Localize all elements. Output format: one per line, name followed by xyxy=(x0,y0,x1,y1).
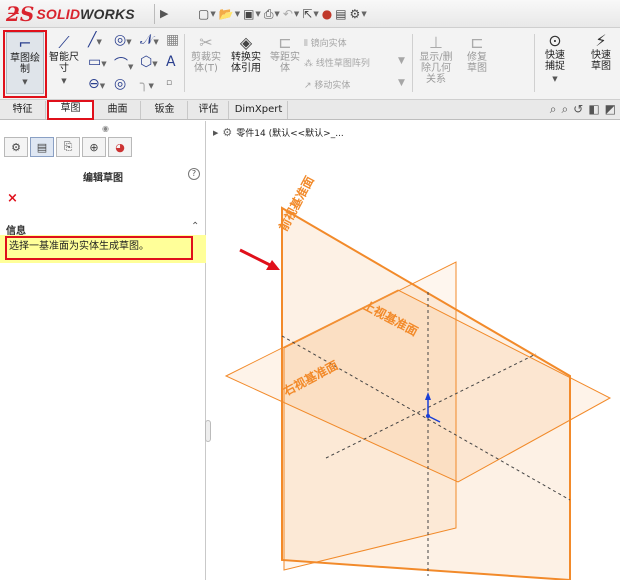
options-gear-icon[interactable]: ⚙ ▼ xyxy=(350,5,367,23)
chevron-up-icon[interactable]: ⌃ xyxy=(191,221,199,232)
mirror-entities-button[interactable]: ⫴ 镜向实体 xyxy=(304,36,347,49)
line-tool-icon[interactable]: ╱▼ xyxy=(88,32,102,48)
circle-tool-icon[interactable]: ◎▼ xyxy=(114,32,132,48)
ds-logo-icon: ƻS xyxy=(6,2,35,26)
undo-icon[interactable]: ↶ ▼ xyxy=(283,5,299,23)
panel-tabs: ⚙ ▤ ⎘ ⊕ ◕ xyxy=(4,137,132,157)
open-folder-icon[interactable]: 📂 ▼ xyxy=(219,5,240,23)
property-manager: ◉ ⚙ ▤ ⎘ ⊕ ◕ 编辑草图 ? × 信息 ⌃ 选择一基准面为实体生成草图。 xyxy=(0,121,206,580)
polygon-tool-icon[interactable]: ⬡▼ xyxy=(140,54,158,70)
convert-entities-button[interactable]: ◈ 转换实体引用 xyxy=(226,33,266,75)
previous-view-icon[interactable]: ↺ xyxy=(573,102,583,117)
feature-manager-tab-icon[interactable]: ⚙ xyxy=(4,137,28,157)
property-manager-tab-icon[interactable]: ▤ xyxy=(30,137,54,157)
display-manager-tab-icon[interactable]: ◕ xyxy=(108,137,132,157)
help-icon[interactable]: ? xyxy=(188,168,200,180)
repair-sketch-icon: ⊏ xyxy=(470,33,484,52)
panel-title: 编辑草图 xyxy=(83,173,123,184)
tab-sheet-metal[interactable]: 钣金 xyxy=(142,101,188,119)
front-plane[interactable] xyxy=(281,206,571,580)
point-tool-icon[interactable]: ◎ xyxy=(114,76,126,92)
solidworks-logo[interactable]: ƻS SOLIDWORKS xyxy=(6,2,135,26)
view-orientation-icon[interactable]: ◩ xyxy=(605,102,616,117)
mirror-icon: ⫴ xyxy=(304,39,311,49)
tab-surfaces[interactable]: 曲面 xyxy=(95,101,141,119)
origin-point[interactable] xyxy=(426,414,430,418)
smart-dimension-icon: ⟋ xyxy=(58,33,70,52)
grid-icon[interactable]: ▦ xyxy=(166,32,179,48)
menu-expand-icon[interactable]: ▶ xyxy=(160,7,168,20)
divider xyxy=(534,34,535,92)
divider xyxy=(184,34,185,92)
chevron-down-icon[interactable]: ▼ xyxy=(48,76,80,87)
quick-access-toolbar: ▢ ▼ 📂 ▼ ▣ ▼ ⎙ ▼ ↶ ▼ ⇱ ▼ ● ▤ ⚙ ▼ xyxy=(198,5,367,23)
new-document-icon[interactable]: ▢ ▼ xyxy=(198,5,216,23)
quick-snap-icon: ⊙ xyxy=(548,31,562,50)
relations-icon: ⊥ xyxy=(429,33,443,52)
tab-sketch[interactable]: 草图 xyxy=(47,100,94,120)
sketch-button-highlight xyxy=(3,30,47,98)
display-relations-button[interactable]: ⊥ 显示/删除几何关系 xyxy=(416,33,456,86)
offset-entities-button[interactable]: ⊏ 等距实体 xyxy=(268,33,302,75)
print-icon[interactable]: ⎙ ▼ xyxy=(264,5,280,23)
text-tool-icon[interactable]: A xyxy=(166,54,176,70)
chevron-down-icon[interactable]: ▼ xyxy=(538,74,572,85)
configuration-manager-tab-icon[interactable]: ⎘ xyxy=(56,137,80,157)
spline-tool-icon[interactable]: 𝒩▼ xyxy=(140,32,159,48)
heads-up-toolbar: ⌕ ⌕ ↺ ◧ ◩ xyxy=(550,102,616,117)
tab-dimxpert[interactable]: DimXpert xyxy=(230,101,288,119)
convert-entities-icon: ◈ xyxy=(239,33,253,52)
dimxpert-manager-tab-icon[interactable]: ⊕ xyxy=(82,137,106,157)
fillet-tool-icon[interactable]: ╮▼ xyxy=(140,76,154,92)
linear-pattern-icon: ⁂ xyxy=(304,59,316,69)
arc-tool-icon[interactable]: ⌒▼ xyxy=(114,54,133,74)
linear-pattern-button[interactable]: ⁂ 线性草图阵列 xyxy=(304,56,370,69)
section-view-icon[interactable]: ◧ xyxy=(588,102,599,117)
zoom-area-icon[interactable]: ⌕ xyxy=(562,102,569,117)
title-bar: ƻS SOLIDWORKS ▶ ▢ ▼ 📂 ▼ ▣ ▼ ⎙ ▼ ↶ ▼ ⇱ ▼ ● ▤ ⚙ ▼ xyxy=(0,0,620,28)
move-entities-button[interactable]: ↗ 移动实体 xyxy=(304,78,350,91)
graphics-area[interactable]: 前视基准面 上视基准面 右视基准面 xyxy=(206,120,620,580)
move-dropdown-icon[interactable]: ▼ xyxy=(398,78,405,88)
rapid-sketch-icon: ⚡ xyxy=(595,31,607,50)
quick-snaps-button[interactable]: ⊙ 快速捕捉 ▼ xyxy=(538,32,572,85)
trim-icon: ✂ xyxy=(199,33,213,52)
save-icon[interactable]: ▣ ▼ xyxy=(243,5,261,23)
info-message: 选择一基准面为实体生成草图。 xyxy=(5,236,193,260)
pattern-dropdown-icon[interactable]: ▼ xyxy=(398,56,405,66)
zoom-fit-icon[interactable]: ⌕ xyxy=(550,102,557,117)
cancel-button[interactable]: × xyxy=(7,191,18,206)
panel-collapse-icon[interactable]: ◉ xyxy=(102,124,109,133)
command-manager: ⌐ 草图绘制 ▼ ⟋ 智能尺寸 ▼ ╱▼ ◎▼ 𝒩▼ ▦ ▭▼ ⌒▼ ⬡▼ A … xyxy=(0,28,620,100)
divider xyxy=(412,34,413,92)
move-icon: ↗ xyxy=(304,81,315,91)
plane-tool-icon[interactable]: ▫ xyxy=(166,78,172,88)
rapid-sketch-button[interactable]: ⚡ 快速草图 xyxy=(584,31,618,73)
annotation-arrow xyxy=(239,248,273,268)
offset-icon: ⊏ xyxy=(278,33,292,52)
smart-dimension-button[interactable]: ⟋ 智能尺寸 ▼ xyxy=(48,34,80,87)
divider xyxy=(154,4,155,24)
tab-evaluate[interactable]: 评估 xyxy=(189,101,229,119)
select-cursor-icon[interactable]: ⇱ ▼ xyxy=(302,5,318,23)
slot-tool-icon[interactable]: ⊖▼ xyxy=(88,76,105,92)
tab-features[interactable]: 特征 xyxy=(0,101,46,119)
command-tabs: 特征 草图 曲面 钣金 评估 DimXpert xyxy=(0,100,620,120)
trim-entities-button[interactable]: ✂ 剪裁实体(T) xyxy=(188,33,224,75)
rectangle-tool-icon[interactable]: ▭▼ xyxy=(88,54,107,70)
traffic-light-icon[interactable]: ● xyxy=(322,5,332,23)
repair-sketch-button[interactable]: ⊏ 修复草图 xyxy=(460,33,494,75)
file-properties-icon[interactable]: ▤ xyxy=(335,5,346,23)
